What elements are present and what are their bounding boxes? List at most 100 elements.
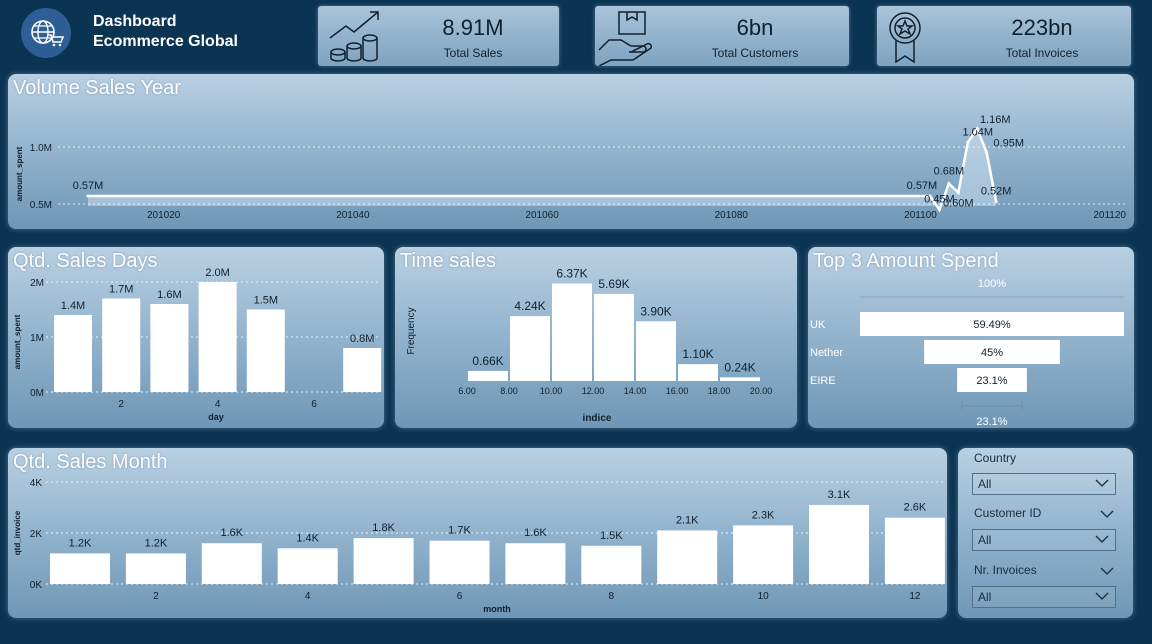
chart-top3-funnel[interactable]: 100% 59.49% UK 45% Nether 23.1% EIRE 23.1% [808,247,1134,428]
chevron-down-icon [1095,592,1109,600]
chart-time-sales[interactable]: Frequency 0.66K 4.24K 6.37K 5.69K 3.90K 1.10K 0… [395,247,797,428]
bar [581,545,642,584]
y-axis-label: Frequency [406,307,417,354]
data-point [975,127,979,131]
bar [809,504,869,584]
kpi-total-sales-label: Total Sales [443,46,503,60]
chart-sales-month[interactable]: 0K 2K 4K qtd_invoice 1.2K 1.2K 1.6K 1.4K 1.8K 1.7… [8,448,947,618]
bar [277,548,338,584]
bar [50,553,110,584]
y-tick-label: 0K [30,580,43,591]
x-tick-label: 201040 [336,210,370,221]
y-axis-label: amount_spent [15,146,24,201]
x-tick-label: 2 [153,591,159,602]
data-label: 23.1% [976,375,1007,387]
bar [884,517,945,584]
x-tick-label: 18.00 [708,386,731,396]
x-tick-label: 10.00 [540,386,563,396]
kpi-total-customers[interactable]: 6bn Total Customers [595,6,849,66]
slicer-invoices-dropdown[interactable]: All [972,586,1116,608]
data-label: 1.7M [109,284,133,296]
x-tick-label: 201020 [147,210,181,221]
slicer-customer-label: Customer ID [974,506,1042,520]
data-label: 2.3K [752,509,775,521]
x-tick-label: 14.00 [624,386,647,396]
chevron-down-icon[interactable] [1100,565,1114,577]
y-tick-label: 0M [30,388,44,399]
data-label: 1.2K [145,537,168,549]
x-tick-label: 201080 [715,210,749,221]
funnel-top-label: 100% [978,278,1006,290]
data-label: 1.5K [600,530,623,542]
x-tick-label: 12 [909,591,921,602]
y-tick-label: 1.0M [30,143,52,154]
coins-growth-icon [329,11,379,62]
dashboard-title: Dashboard Ecommerce Global [93,12,238,52]
y-axis-label: amount_spent [13,314,22,369]
chart-sales-days[interactable]: 0M 1M 2M amount_spent 1.4M 1.7M 1.6M 2.0M 1.5M 0.… [8,247,384,428]
y-tick-label: 4K [30,478,43,489]
data-label: 1.10K [682,347,713,361]
data-label: 1.6M [157,289,181,301]
data-label: 0.66K [472,354,503,368]
data-label: 0.8M [350,333,374,345]
bar [429,540,490,584]
slicer-country-value: All [978,477,992,491]
data-point [86,194,90,198]
kpi-total-sales[interactable]: 8.91M Total Sales [318,6,559,66]
category-label: EIRE [810,375,836,387]
panel-filters: Country All Customer ID All Nr. Invoices… [958,448,1133,618]
chart-volume-sales-year[interactable]: 0.5M 1.0M amount_spent 201020 201040 201060 20… [8,74,1134,229]
y-tick-label: 1M [30,333,44,344]
slicer-country-dropdown[interactable]: All [972,473,1116,495]
bar [678,364,718,381]
bar [125,553,186,584]
data-point [994,200,998,204]
data-label: 1.16M [980,114,1011,126]
panel-sales-days: Qtd. Sales Days 0M 1M 2M amount_spent 1.4M 1.… [8,247,384,428]
panel-volume-sales-year: Volume Sales Year 0.5M 1.0M amount_spent 20… [8,74,1134,229]
dashboard-frame: Dashboard Ecommerce Global 8.91M Total S… [0,0,1152,644]
slicer-invoices-value: All [978,590,992,604]
chevron-down-icon [1095,479,1109,487]
data-label: 59.49% [973,319,1011,331]
data-label: 0.57M [73,180,104,192]
x-axis-label: indice [583,413,612,424]
x-tick-label: 6 [311,399,317,410]
data-label: 3.90K [640,304,671,318]
x-tick-label: 8.00 [500,386,518,396]
x-tick-label: 6.00 [458,386,476,396]
data-label: 5.69K [598,277,629,291]
slicer-invoices-label: Nr. Invoices [974,563,1037,577]
y-tick-label: 2M [30,278,44,289]
data-label: 4.24K [514,299,545,313]
chevron-down-icon[interactable] [1100,508,1114,520]
data-label: 0.57M [907,180,938,192]
x-tick-label: 16.00 [666,386,689,396]
slicer-customer-dropdown[interactable]: All [972,529,1116,551]
x-tick-label: 6 [457,591,463,602]
x-tick-label: 4 [305,591,311,602]
bar [468,370,508,381]
data-label: 2.0M [205,267,229,279]
bar [636,321,676,381]
category-label: UK [810,319,826,331]
panel-top3-amount: Top 3 Amount Spend 100% 59.49% UK 45% Nether… [808,247,1134,428]
y-tick-label: 2K [30,529,43,540]
kpi-total-invoices[interactable]: 223bn Total Invoices [877,6,1131,66]
x-tick-label: 4 [215,399,221,410]
x-tick-label: 12.00 [582,386,605,396]
x-axis-label: day [208,412,224,422]
bar [201,543,262,584]
funnel-bottom-label: 23.1% [976,416,1007,428]
award-badge-icon [889,12,921,64]
slicer-country-label: Country [974,451,1017,465]
chevron-down-icon [1095,535,1109,543]
bar [505,543,566,584]
kpi-total-invoices-label: Total Invoices [1005,46,1079,60]
data-label: 0.24K [724,360,755,374]
panel-time-sales: Time sales Frequency 0.66K 4.24K 6.37K 5.69K… [395,247,797,428]
bar [552,283,592,381]
data-label: 1.4M [61,300,85,312]
bar [246,309,285,392]
